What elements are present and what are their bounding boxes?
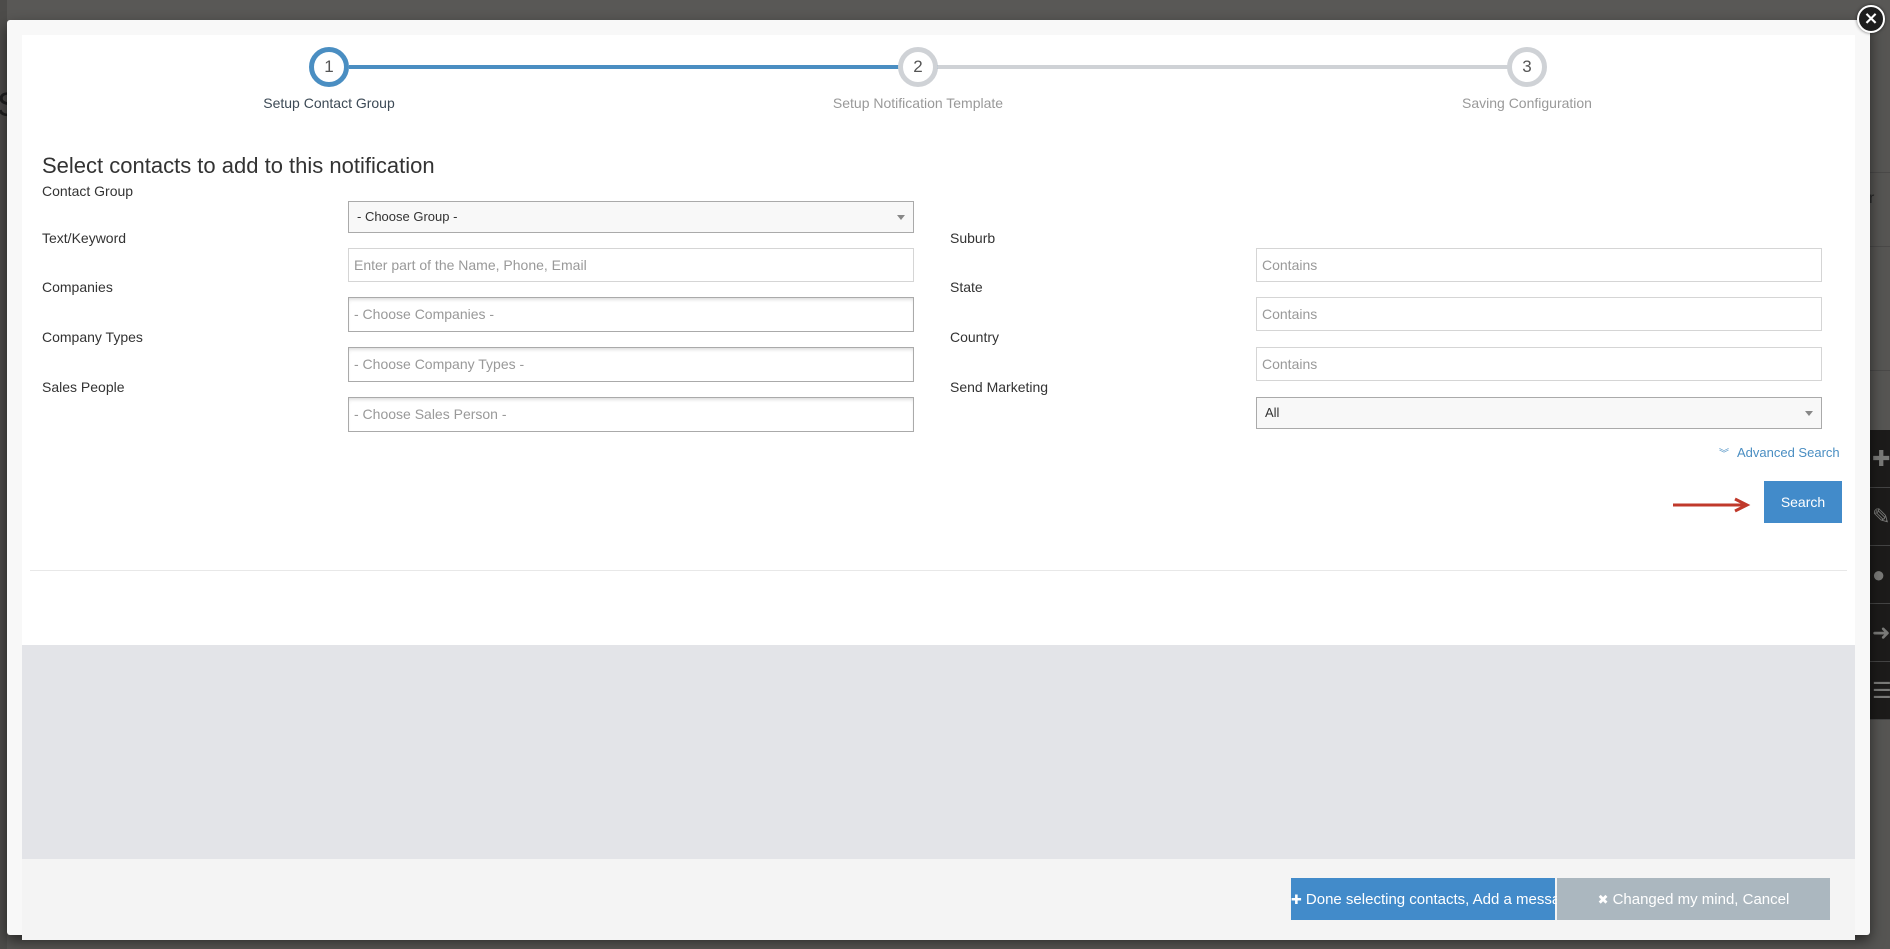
- wizard-step-1[interactable]: 1 Setup Contact Group: [179, 47, 479, 111]
- background-topbar: [0, 0, 1890, 20]
- background-left-column: [0, 0, 7, 949]
- contact-group-select[interactable]: - Choose Group -: [348, 201, 914, 233]
- palette-icon: ●: [1870, 546, 1890, 604]
- contact-group-value: - Choose Group -: [357, 209, 458, 224]
- text-keyword-placeholder: Enter part of the Name, Phone, Email: [354, 257, 587, 273]
- suburb-label: Suburb: [950, 230, 996, 246]
- companies-multiselect[interactable]: - Choose Companies -: [348, 297, 914, 332]
- chevron-down-icon: [897, 215, 905, 220]
- background-divider: [1870, 370, 1890, 371]
- edit-icon: ✎: [1870, 488, 1890, 546]
- text-keyword-input[interactable]: Enter part of the Name, Phone, Email: [348, 248, 914, 282]
- company-types-placeholder: - Choose Company Types -: [354, 356, 525, 372]
- advanced-search-link[interactable]: ︾ Advanced Search: [1719, 445, 1840, 460]
- double-chevron-down-icon: ︾: [1719, 449, 1729, 460]
- sign-in-icon: ➜: [1870, 604, 1890, 662]
- send-marketing-label: Send Marketing: [950, 379, 1049, 395]
- country-label: Country: [950, 329, 1000, 345]
- company-types-multiselect[interactable]: - Choose Company Types -: [348, 347, 914, 382]
- text-keyword-label: Text/Keyword: [42, 230, 127, 246]
- state-input[interactable]: Contains: [1256, 297, 1822, 331]
- times-icon: ✖: [1597, 892, 1609, 908]
- page-title: Select contacts to add to this notificat…: [42, 153, 435, 178]
- suburb-placeholder: Contains: [1262, 257, 1318, 273]
- country-placeholder: Contains: [1262, 356, 1318, 372]
- suburb-input[interactable]: Contains: [1256, 248, 1822, 282]
- wizard-step-number: 3: [1507, 47, 1547, 87]
- modal-body: 1 Setup Contact Group 2 Setup Notificati…: [22, 35, 1855, 940]
- annotation-arrow-icon: [1673, 497, 1751, 513]
- section-divider: [30, 570, 1847, 571]
- companies-label: Companies: [42, 279, 113, 295]
- companies-placeholder: - Choose Companies -: [354, 306, 495, 322]
- wizard-progress: 1 Setup Contact Group 2 Setup Notificati…: [22, 35, 1855, 145]
- advanced-search-label: Advanced Search: [1737, 445, 1840, 460]
- wizard-step-label: Setup Contact Group: [263, 95, 395, 111]
- send-marketing-value: All: [1265, 405, 1280, 420]
- search-button[interactable]: Search: [1764, 481, 1842, 523]
- background-toolbar: ✚ ✎ ● ➜ ☰: [1870, 430, 1890, 720]
- wizard-step-2[interactable]: 2 Setup Notification Template: [768, 47, 1068, 111]
- search-results-area: [22, 645, 1855, 859]
- country-input[interactable]: Contains: [1256, 347, 1822, 381]
- wizard-step-number: 1: [309, 47, 349, 87]
- plus-icon: ✚: [1870, 430, 1890, 488]
- sales-people-multiselect[interactable]: - Choose Sales Person -: [348, 397, 914, 432]
- sales-people-label: Sales People: [42, 379, 125, 395]
- wizard-step-label: Setup Notification Template: [832, 95, 1004, 111]
- close-icon[interactable]: ×: [1857, 5, 1885, 33]
- company-types-label: Company Types: [42, 329, 143, 345]
- wizard-step-3[interactable]: 3 Saving Configuration: [1377, 47, 1677, 111]
- modal-footer: ✚ Done selecting contacts, Add a message …: [22, 859, 1855, 940]
- wizard-step-number: 2: [898, 47, 938, 87]
- contact-group-label: Contact Group: [42, 183, 134, 199]
- list-icon: ☰: [1870, 662, 1890, 720]
- wizard-step-label: Saving Configuration: [1462, 95, 1592, 111]
- contact-selection-modal: 1 Setup Contact Group 2 Setup Notificati…: [7, 20, 1870, 940]
- done-button-label: Done selecting contacts, Add a message: [1305, 890, 1577, 908]
- chevron-down-icon: [1805, 411, 1813, 416]
- plus-icon: ✚: [1291, 892, 1302, 908]
- sales-people-placeholder: - Choose Sales Person -: [354, 406, 507, 422]
- send-marketing-select[interactable]: All: [1256, 397, 1822, 429]
- background-divider: [1870, 246, 1890, 247]
- cancel-button[interactable]: ✖ Changed my mind, Cancel: [1557, 878, 1830, 920]
- cancel-button-label: Changed my mind, Cancel: [1612, 890, 1790, 908]
- background-divider: [1870, 172, 1890, 173]
- state-placeholder: Contains: [1262, 306, 1318, 322]
- state-label: State: [950, 279, 983, 295]
- done-selecting-contacts-button[interactable]: ✚ Done selecting contacts, Add a message: [1291, 878, 1577, 920]
